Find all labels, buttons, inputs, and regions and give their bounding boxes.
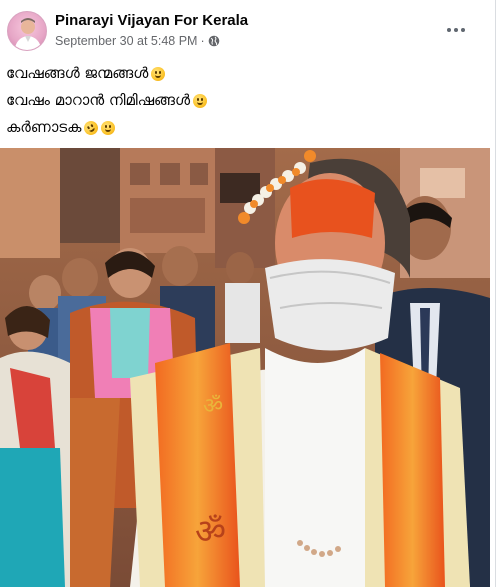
more-options-button[interactable] [440, 20, 472, 40]
post-photo[interactable]: ॐ ॐ [0, 148, 490, 587]
post-text-line-content: വേഷങ്ങൾ ജന്മങ്ങൾ [6, 64, 149, 82]
avatar-portrait-icon [14, 18, 42, 50]
rolling-on-floor-laughing-icon [81, 117, 101, 138]
svg-text:ॐ: ॐ [195, 512, 226, 552]
meta-separator: · [200, 34, 205, 48]
post-text-line: കർണാടക [6, 114, 486, 141]
more-options-icon [461, 28, 465, 32]
post-header: Pinarayi Vijayan For Kerala September 30… [0, 0, 495, 56]
grinning-face-icon [151, 66, 166, 81]
post-text-line-content: വേഷം മാറാൻ നിമിഷങ്ങൾ [6, 91, 191, 109]
author-avatar[interactable] [7, 11, 47, 51]
post-text: വേഷങ്ങൾ ജന്മങ്ങൾ വേഷം മാറാൻ നിമിഷങ്ങൾ കർ… [6, 60, 486, 141]
facebook-post: Pinarayi Vijayan For Kerala September 30… [0, 0, 496, 587]
post-text-line-content: കർണാടക [6, 118, 82, 136]
more-options-icon [454, 28, 458, 32]
post-text-line: വേഷം മാറാൻ നിമിഷങ്ങൾ [6, 87, 486, 114]
post-text-line: വേഷങ്ങൾ ജന്മങ്ങൾ [6, 60, 486, 87]
post-timestamp[interactable]: September 30 at 5:48 PM [55, 34, 197, 48]
grinning-face-icon [193, 93, 208, 108]
post-meta: September 30 at 5:48 PM · [55, 34, 220, 48]
more-options-icon [447, 28, 451, 32]
svg-text:ॐ: ॐ [203, 394, 223, 419]
grinning-face-icon [101, 120, 116, 135]
author-name[interactable]: Pinarayi Vijayan For Kerala [55, 12, 248, 29]
post-photo-illustration: ॐ ॐ [0, 148, 490, 587]
globe-icon[interactable] [208, 35, 220, 47]
